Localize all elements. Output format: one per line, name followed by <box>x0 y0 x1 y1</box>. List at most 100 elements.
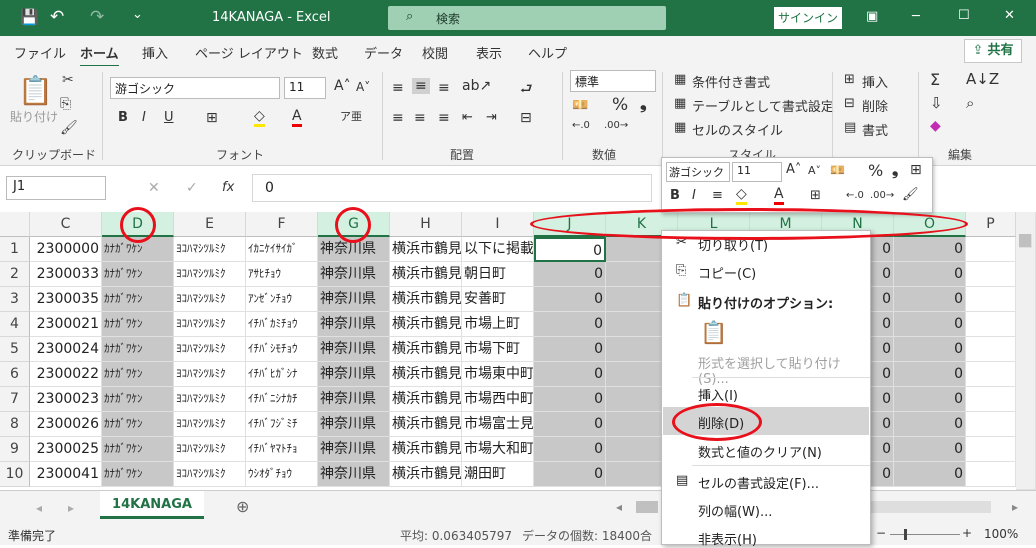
menu-clear-contents[interactable]: 数式と値のクリア(N) <box>698 442 822 461</box>
accounting-icon[interactable]: 💴 <box>572 98 588 113</box>
cell-f-9[interactable]: ｲﾁﾊﾞﾔﾏﾄﾁｮ <box>246 437 318 462</box>
cell-o-8[interactable]: 0 <box>894 412 966 437</box>
mini-font-select[interactable]: 游ゴシック <box>666 162 730 182</box>
tab-insert[interactable]: 挿入 <box>142 43 168 62</box>
menu-hide[interactable]: 非表示(H) <box>698 529 757 548</box>
search-box[interactable]: ⌕ 検索 <box>388 6 666 30</box>
row-header[interactable]: 8 <box>0 412 30 437</box>
row-header[interactable]: 2 <box>0 262 30 287</box>
undo-icon[interactable]: ↶ <box>50 7 64 27</box>
conditional-format-icon[interactable]: ▦ <box>674 72 686 87</box>
cell-h-2[interactable]: 横浜市鶴見 <box>390 262 462 287</box>
cut-icon[interactable]: ✂ <box>62 72 74 88</box>
cell-i-2[interactable]: 朝日町 <box>462 262 534 287</box>
cell-d-5[interactable]: ｶﾅｶﾞﾜｹﾝ <box>102 337 174 362</box>
cell-j-6[interactable]: 0 <box>534 362 606 387</box>
cell-j-3[interactable]: 0 <box>534 287 606 312</box>
number-format-select[interactable]: 標準 <box>570 70 656 92</box>
cell-p-10[interactable] <box>966 462 1016 487</box>
tab-formulas[interactable]: 数式 <box>312 43 338 62</box>
cell-p-8[interactable] <box>966 412 1016 437</box>
paste-icon[interactable]: 📋 <box>700 321 727 346</box>
cell-p-2[interactable] <box>966 262 1016 287</box>
format-as-table-button[interactable]: テーブルとして書式設定 <box>692 96 834 115</box>
customize-qat-icon[interactable]: ⌄ <box>132 7 143 22</box>
wrap-text-icon[interactable]: ⮐ <box>520 78 533 102</box>
cell-h-1[interactable]: 横浜市鶴見 <box>390 237 462 262</box>
cell-i-10[interactable]: 潮田町 <box>462 462 534 487</box>
increase-decimal-icon[interactable]: ←.0 <box>572 120 590 131</box>
cell-e-9[interactable]: ﾖｺﾊﾏｼﾂﾙﾐｸ <box>174 437 246 462</box>
column-header-h[interactable]: H <box>390 212 462 237</box>
name-box[interactable]: J1 <box>6 176 106 200</box>
row-header[interactable]: 3 <box>0 287 30 312</box>
cell-c-10[interactable]: 2300041 <box>30 462 102 487</box>
hscroll-right-icon[interactable]: ▸ <box>1012 500 1018 514</box>
menu-column-width[interactable]: 列の幅(W)... <box>698 501 772 520</box>
tab-data[interactable]: データ <box>364 43 403 62</box>
cell-f-7[interactable]: ｲﾁﾊﾞﾆｼﾅｶﾁ <box>246 387 318 412</box>
format-cells-button[interactable]: 書式 <box>862 120 888 139</box>
cell-o-7[interactable]: 0 <box>894 387 966 412</box>
shrink-font-icon[interactable]: A˅ <box>356 80 370 94</box>
row-header[interactable]: 10 <box>0 462 30 487</box>
cell-i-1[interactable]: 以下に掲載 <box>462 237 534 262</box>
mini-accounting-icon[interactable]: 💴 <box>830 163 845 177</box>
cell-o-3[interactable]: 0 <box>894 287 966 312</box>
comma-icon[interactable]: ❟ <box>640 94 647 114</box>
cell-d-7[interactable]: ｶﾅｶﾞﾜｹﾝ <box>102 387 174 412</box>
percent-icon[interactable]: % <box>612 95 628 115</box>
column-header-f[interactable]: F <box>246 212 318 237</box>
close-icon[interactable]: ✕ <box>1004 8 1015 23</box>
cell-i-9[interactable]: 市場大和町 <box>462 437 534 462</box>
cell-g-8[interactable]: 神奈川県 <box>318 412 390 437</box>
cell-c-9[interactable]: 2300025 <box>30 437 102 462</box>
cell-f-10[interactable]: ｳｼｵﾀﾞﾁｮｳ <box>246 462 318 487</box>
cell-p-4[interactable] <box>966 312 1016 337</box>
cell-d-9[interactable]: ｶﾅｶﾞﾜｹﾝ <box>102 437 174 462</box>
cell-g-3[interactable]: 神奈川県 <box>318 287 390 312</box>
row-header[interactable]: 6 <box>0 362 30 387</box>
tab-home[interactable]: ホーム <box>80 43 119 67</box>
cell-f-2[interactable]: ｱｻﾋﾁｮｳ <box>246 262 318 287</box>
orientation-icon[interactable]: ab↗ <box>462 78 491 94</box>
cell-h-8[interactable]: 横浜市鶴見 <box>390 412 462 437</box>
scroll-tabs-right-icon[interactable]: ▸ <box>68 501 74 515</box>
italic-icon[interactable]: I <box>142 110 146 125</box>
vscroll-track[interactable] <box>1016 212 1036 490</box>
cell-h-5[interactable]: 横浜市鶴見 <box>390 337 462 362</box>
redo-icon[interactable]: ↷ <box>90 7 104 27</box>
cell-c-4[interactable]: 2300021 <box>30 312 102 337</box>
mini-size-select[interactable]: 11 <box>732 162 782 182</box>
font-size-select[interactable]: 11 <box>284 77 326 99</box>
tab-page-layout[interactable]: ページ レイアウト <box>195 43 303 62</box>
cell-g-9[interactable]: 神奈川県 <box>318 437 390 462</box>
hscroll-left-icon[interactable]: ◂ <box>616 500 622 514</box>
paste-icon[interactable]: 📋 <box>18 74 53 107</box>
mini-format-painter-icon[interactable]: 🖌 <box>902 187 919 202</box>
find-select-icon[interactable]: ⌕ <box>966 94 974 112</box>
cell-c-1[interactable]: 2300000 <box>30 237 102 262</box>
cell-g-2[interactable]: 神奈川県 <box>318 262 390 287</box>
cell-j-8[interactable]: 0 <box>534 412 606 437</box>
cell-d-8[interactable]: ｶﾅｶﾞﾜｹﾝ <box>102 412 174 437</box>
tab-help[interactable]: ヘルプ <box>528 43 567 62</box>
format-cells-icon[interactable]: ▤ <box>844 120 856 135</box>
cell-j-1[interactable]: 0 <box>534 237 606 262</box>
cell-c-2[interactable]: 2300033 <box>30 262 102 287</box>
font-name-select[interactable]: 游ゴシック <box>110 77 280 99</box>
cell-g-6[interactable]: 神奈川県 <box>318 362 390 387</box>
copy-icon[interactable]: ⎘ <box>60 96 71 112</box>
minimize-icon[interactable]: ─ <box>912 9 920 24</box>
hscroll-thumb[interactable] <box>636 501 658 513</box>
column-header-e[interactable]: E <box>174 212 246 237</box>
mini-align-icon[interactable]: ≡ <box>712 188 723 203</box>
align-right-icon[interactable]: ≡ <box>438 110 450 126</box>
cell-o-10[interactable]: 0 <box>894 462 966 487</box>
mini-merge-icon[interactable]: ⊞ <box>910 162 922 178</box>
insert-cells-button[interactable]: 挿入 <box>862 72 888 91</box>
cell-o-4[interactable]: 0 <box>894 312 966 337</box>
column-header-c[interactable]: C <box>30 212 102 237</box>
cell-h-9[interactable]: 横浜市鶴見 <box>390 437 462 462</box>
delete-cells-button[interactable]: 削除 <box>862 96 888 115</box>
